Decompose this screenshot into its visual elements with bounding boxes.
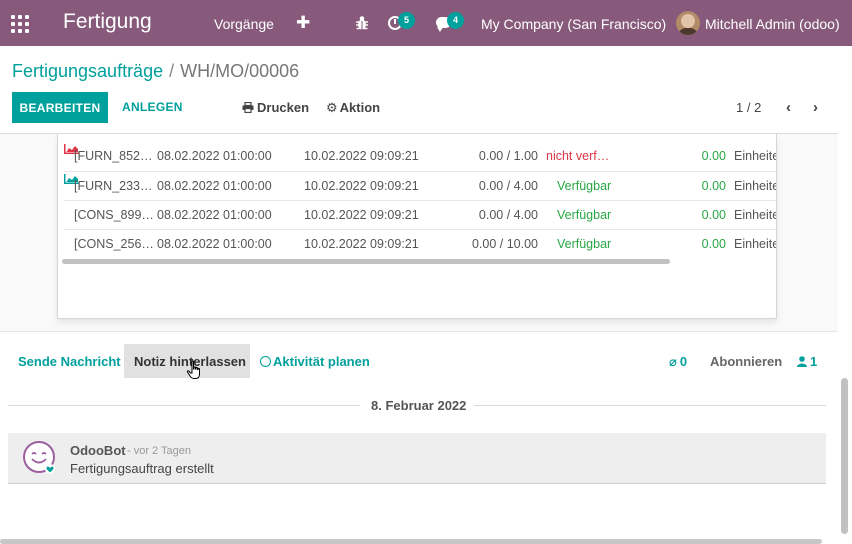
availability-cell: Verfügbar xyxy=(557,208,612,222)
table-row[interactable]: [CONS_899… 08.02.2022 01:00:00 10.02.202… xyxy=(64,200,776,229)
table-row[interactable]: [FURN_852… 08.02.2022 01:00:00 10.02.202… xyxy=(64,142,776,171)
deadline-cell: 10.02.2022 09:09:21 xyxy=(304,149,419,163)
odoobot-avatar-icon xyxy=(23,441,55,474)
subscribe-button[interactable]: Abonnieren xyxy=(710,354,782,369)
availability-cell: Verfügbar xyxy=(557,237,612,251)
user-menu[interactable]: Mitchell Admin (odoo) xyxy=(705,16,840,32)
schedule-activity-button[interactable]: Aktivität planen xyxy=(260,354,370,369)
breadcrumb: Fertigungsaufträge / WH/MO/00006 xyxy=(12,61,299,82)
bug-icon[interactable] xyxy=(355,15,369,31)
availability-cell: Verfügbar xyxy=(557,179,612,193)
pager-previous-icon[interactable]: ‹ xyxy=(786,99,791,116)
date-planned-cell: 08.02.2022 01:00:00 xyxy=(157,208,272,222)
chatter-divider xyxy=(0,331,838,332)
menu-operations[interactable]: Vorgänge xyxy=(214,16,274,32)
printer-icon xyxy=(242,101,254,114)
consumed-cell: 0.00 xyxy=(701,208,726,222)
app-title[interactable]: Fertigung xyxy=(63,10,152,34)
message-time: - vor 2 Tagen xyxy=(127,445,192,457)
deadline-cell: 10.02.2022 09:09:21 xyxy=(304,179,419,193)
create-button[interactable]: ANLEGEN xyxy=(122,100,183,114)
message-body: Fertigungsauftrag erstellt xyxy=(70,461,214,476)
uom-cell: Einheite xyxy=(734,208,777,222)
product-cell[interactable]: [CONS_256… xyxy=(74,237,154,251)
company-switcher[interactable]: My Company (San Francisco) xyxy=(481,16,666,32)
date-planned-cell: 08.02.2022 01:00:00 xyxy=(157,149,272,163)
clock-icon xyxy=(260,356,271,367)
edit-button[interactable]: BEARBEITEN xyxy=(12,92,108,123)
print-label: Drucken xyxy=(257,100,310,115)
deadline-cell: 10.02.2022 09:09:21 xyxy=(304,208,419,222)
components-table: [FURN_852… 08.02.2022 01:00:00 10.02.202… xyxy=(64,142,776,258)
print-button[interactable]: Drucken xyxy=(242,100,309,115)
breadcrumb-current: WH/MO/00006 xyxy=(180,61,300,81)
pager-value[interactable]: 1 / 2 xyxy=(736,100,761,115)
pager-next-icon[interactable]: › xyxy=(813,99,818,116)
form-sheet: [FURN_852… 08.02.2022 01:00:00 10.02.202… xyxy=(57,134,777,319)
table-row[interactable]: [CONS_256… 08.02.2022 01:00:00 10.02.202… xyxy=(64,229,776,258)
uom-cell: Einheite xyxy=(734,149,777,163)
message-author[interactable]: OdooBot xyxy=(70,443,126,458)
table-horizontal-scrollbar[interactable] xyxy=(62,259,670,264)
table-row[interactable]: [FURN_233… 08.02.2022 01:00:00 10.02.202… xyxy=(64,171,776,200)
schedule-activity-label: Aktivität planen xyxy=(273,354,370,369)
quantity-cell: 0.00 / 4.00 xyxy=(478,208,538,222)
message-counter-badge: 4 xyxy=(447,12,464,29)
uom-cell: Einheite xyxy=(734,179,777,193)
consumed-cell: 0.00 xyxy=(701,149,726,163)
date-separator-line-left xyxy=(8,405,360,406)
deadline-cell: 10.02.2022 09:09:21 xyxy=(304,237,419,251)
plus-icon[interactable]: ✚ xyxy=(296,13,310,33)
product-cell[interactable]: [FURN_233… xyxy=(74,179,153,193)
followers-button[interactable]: 1 xyxy=(797,354,817,369)
attachments-count: 0 xyxy=(679,354,688,369)
quantity-cell: 0.00 / 1.00 xyxy=(478,149,538,163)
date-separator-line-right xyxy=(474,405,826,406)
activity-counter-badge: 5 xyxy=(398,12,415,29)
paperclip-icon: ⌀ xyxy=(669,354,677,369)
product-cell[interactable]: [FURN_852… xyxy=(74,149,153,163)
user-avatar[interactable] xyxy=(676,11,700,35)
hand-cursor-icon xyxy=(186,360,200,379)
attachments-button[interactable]: ⌀ 0 xyxy=(669,354,687,370)
date-planned-cell: 08.02.2022 01:00:00 xyxy=(157,179,272,193)
quantity-cell: 0.00 / 4.00 xyxy=(478,179,538,193)
action-button[interactable]: ⚙ Aktion xyxy=(326,100,380,116)
action-label: Aktion xyxy=(339,100,381,115)
availability-cell: nicht verf… xyxy=(546,149,610,163)
product-cell[interactable]: [CONS_899… xyxy=(74,208,154,222)
gear-icon: ⚙ xyxy=(326,100,338,115)
user-icon xyxy=(797,356,807,367)
breadcrumb-separator: / xyxy=(169,61,175,81)
send-message-button[interactable]: Sende Nachricht xyxy=(18,354,121,369)
breadcrumb-parent[interactable]: Fertigungsaufträge xyxy=(12,61,163,81)
consumed-cell: 0.00 xyxy=(701,237,726,251)
quantity-cell: 0.00 / 10.00 xyxy=(471,237,538,251)
uom-cell: Einheite xyxy=(734,237,777,251)
date-separator: 8. Februar 2022 xyxy=(371,398,467,413)
consumed-cell: 0.00 xyxy=(701,179,726,193)
date-planned-cell: 08.02.2022 01:00:00 xyxy=(157,237,272,251)
horizontal-scrollbar[interactable] xyxy=(0,539,822,544)
followers-count: 1 xyxy=(810,354,818,369)
apps-menu-icon[interactable] xyxy=(11,15,29,33)
top-navbar: Fertigung Vorgänge ✚ 5 4 My Company (San… xyxy=(0,0,852,46)
vertical-scrollbar[interactable] xyxy=(841,378,848,534)
chatter-message[interactable]: OdooBot - vor 2 Tagen Fertigungsauftrag … xyxy=(8,433,826,484)
